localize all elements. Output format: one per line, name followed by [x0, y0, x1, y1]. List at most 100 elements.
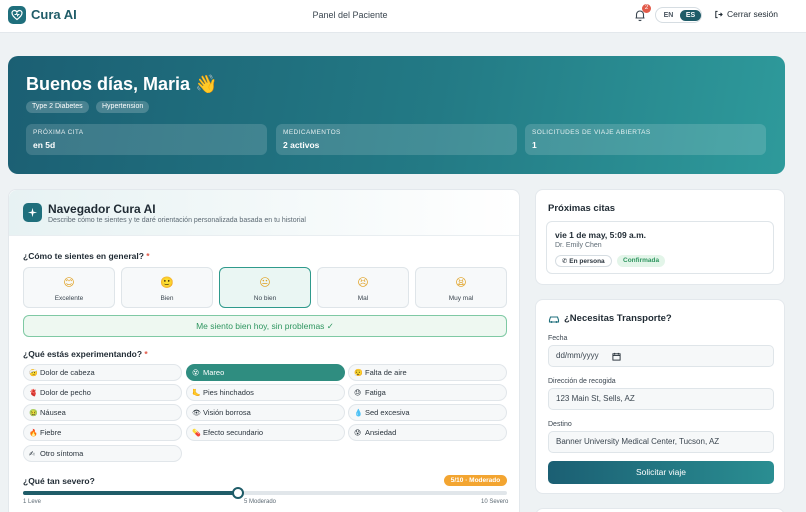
symptom-chip-fatiga[interactable]: 😓 Fatiga: [348, 384, 507, 401]
language-toggle: EN ES: [655, 7, 702, 23]
appointments-title: Próximas citas: [548, 203, 616, 214]
feeling-fine-button[interactable]: Me siento bien hoy, sin problemas ✓: [23, 315, 507, 337]
fire-icon: 🔥: [29, 430, 38, 437]
condition-tag: Type 2 Diabetes: [26, 101, 89, 113]
lang-en-button[interactable]: EN: [658, 10, 679, 21]
tired-icon: 😓: [354, 390, 362, 397]
stat-ride-requests: SOLICITUDES DE VIAJE ABIERTAS 1: [525, 124, 766, 155]
symptom-label: Mareo: [203, 368, 225, 377]
transport-card: ¿Necesitas Transporte? Fecha dd/mm/yyyy …: [535, 299, 785, 494]
symptom-chip-pies-hinchados[interactable]: 🦶 Pies hinchados: [186, 384, 345, 401]
stat-medications: MEDICAMENTOS 2 activos: [276, 124, 517, 155]
symptom-question: ¿Qué estás experimentando? *: [23, 349, 148, 359]
symptom-label: Visión borrosa: [203, 408, 251, 417]
notification-badge: 2: [642, 4, 651, 13]
logout-button[interactable]: Cerrar sesión: [714, 9, 778, 19]
next-card: [535, 508, 785, 512]
feel-option-no-bien[interactable]: 😐 No bien: [219, 267, 311, 308]
breath-icon: 😮‍💨: [354, 370, 363, 377]
welcome-banner: Buenos días, Maria 👋 Type 2 Diabetes Hyp…: [8, 56, 785, 174]
symptom-chip-sed-excesiva[interactable]: 💧 Sed excesiva: [348, 404, 507, 421]
appointments-card: Próximas citas vie 1 de may, 5:09 a.m. D…: [535, 189, 785, 285]
tired-face-icon: 😫: [455, 277, 467, 289]
anxious-icon: 😰: [354, 430, 362, 437]
feel-option-bien[interactable]: 🙂 Bien: [121, 267, 213, 308]
car-icon: [548, 315, 560, 323]
smile-icon: 😊: [63, 277, 75, 289]
feel-question-text: ¿Cómo te sientes en general?: [23, 251, 144, 261]
symptom-label: Otro síntoma: [40, 449, 84, 458]
symptom-chip-efecto-secundario[interactable]: 💊 Efecto secundario: [186, 424, 345, 441]
stat-value: en 5d: [33, 140, 56, 150]
symptom-chip-ansiedad[interactable]: 😰 Ansiedad: [348, 424, 507, 441]
eye-icon: 👁: [192, 410, 201, 417]
date-input-value: dd/mm/yyyy: [556, 351, 599, 360]
navigator-card: Navegador Cura AI Describe cómo te sient…: [8, 189, 520, 512]
appointment-doctor: Dr. Emily Chen: [555, 242, 602, 249]
appointment-mode-badge: ✆ En persona: [555, 255, 612, 267]
symptom-chip-otro-sintoma[interactable]: ✍ Otro síntoma: [23, 445, 182, 462]
pickup-label: Dirección de recogida: [548, 378, 616, 385]
logout-icon: [715, 10, 723, 18]
date-input[interactable]: dd/mm/yyyy: [548, 345, 774, 367]
symptom-chip-fiebre[interactable]: 🔥 Fiebre: [23, 424, 182, 441]
severity-tick: 5 Moderado: [244, 499, 277, 505]
droplet-icon: 💧: [354, 410, 363, 417]
foot-icon: 🦶: [192, 390, 201, 397]
logout-label: Cerrar sesión: [727, 9, 779, 19]
feel-label: Excelente: [54, 295, 84, 302]
status-badge: Confirmada: [617, 255, 666, 267]
navigator-header: Navegador Cura AI Describe cómo te sient…: [9, 190, 519, 236]
severity-slider-fill: [23, 491, 239, 495]
symptom-label: Fatiga: [365, 388, 386, 397]
stat-label: MEDICAMENTOS: [283, 129, 341, 136]
feel-option-excelente[interactable]: 😊 Excelente: [23, 267, 115, 308]
condition-tag: Hypertension: [96, 101, 150, 113]
symptom-chip-nausea[interactable]: 🤢 Náusea: [23, 404, 182, 421]
feel-label: Muy mal: [448, 295, 474, 302]
stat-label: PRÓXIMA CITA: [33, 129, 84, 136]
lang-es-button[interactable]: ES: [680, 10, 701, 21]
feel-option-mal[interactable]: 😣 Mal: [317, 267, 409, 308]
neutral-face-icon: 😐: [259, 277, 271, 289]
stat-value: 2 activos: [283, 140, 320, 150]
severity-tick: 1 Leve: [23, 499, 42, 505]
destination-label: Destino: [548, 421, 572, 428]
feel-label: No bien: [253, 295, 277, 302]
symptom-question-text: ¿Qué estás experimentando?: [23, 349, 143, 359]
headache-icon: 🤕: [29, 370, 38, 377]
pickup-address-input[interactable]: 123 Main St, Sells, AZ: [548, 388, 774, 410]
appointment-date: vie 1 de may, 5:09 a.m.: [555, 230, 647, 240]
severity-badge: 5/10 · Moderado: [444, 475, 507, 486]
symptom-chip-vision-borrosa[interactable]: 👁 Visión borrosa: [186, 404, 345, 421]
request-ride-button[interactable]: Solicitar viaje: [548, 461, 774, 484]
symptom-chip-dolor-de-pecho[interactable]: 🫀 Dolor de pecho: [23, 384, 182, 401]
persevering-face-icon: 😣: [357, 277, 369, 289]
symptom-label: Náusea: [40, 408, 66, 417]
stat-label: SOLICITUDES DE VIAJE ABIERTAS: [532, 129, 651, 136]
required-mark: *: [146, 251, 150, 261]
date-label: Fecha: [548, 335, 568, 342]
feel-label: Bien: [160, 295, 174, 302]
writing-hand-icon: ✍: [29, 451, 35, 458]
symptom-chip-dolor-de-cabeza[interactable]: 🤕 Dolor de cabeza: [23, 364, 182, 381]
required-mark: *: [144, 349, 148, 359]
severity-slider-track[interactable]: [23, 491, 507, 495]
slight-smile-icon: 🙂: [160, 277, 174, 289]
symptom-label: Dolor de pecho: [40, 388, 91, 397]
page-title: Panel del Paciente: [312, 10, 388, 20]
nausea-icon: 🤢: [29, 410, 38, 417]
symptom-chip-mareo[interactable]: 😵 Mareo: [186, 364, 345, 381]
stat-next-appointment: PRÓXIMA CITA en 5d: [26, 124, 267, 155]
symptom-chip-falta-de-aire[interactable]: 😮‍💨 Falta de aire: [348, 364, 507, 381]
symptom-label: Falta de aire: [365, 368, 407, 377]
feel-option-muy-mal[interactable]: 😫 Muy mal: [415, 267, 507, 308]
severity-slider-thumb[interactable]: [232, 487, 245, 499]
calendar-icon[interactable]: [612, 352, 621, 361]
destination-input[interactable]: Banner University Medical Center, Tucson…: [548, 431, 774, 453]
transport-title-text: ¿Necesitas Transporte?: [564, 313, 672, 324]
navigator-subtitle: Describe cómo te sientes y te daré orien…: [48, 217, 306, 224]
feel-label: Mal: [357, 295, 369, 302]
greeting-title: Buenos días, Maria 👋: [26, 74, 218, 94]
appointment-item[interactable]: vie 1 de may, 5:09 a.m. Dr. Emily Chen ✆…: [546, 221, 774, 274]
